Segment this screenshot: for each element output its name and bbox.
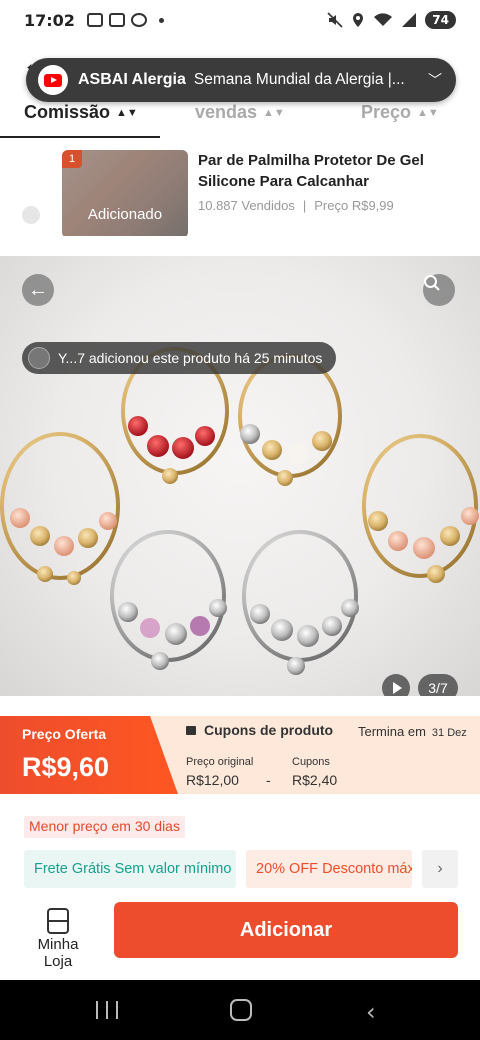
play-video-icon[interactable]	[382, 674, 410, 696]
search-icon[interactable]	[423, 274, 455, 306]
select-radio[interactable]	[22, 206, 40, 224]
chevron-down-icon[interactable]: ﹀	[428, 70, 442, 90]
avatar	[28, 347, 50, 369]
tab-sales[interactable]: vendas ▲▼	[195, 102, 285, 123]
sort-arrows-icon: ▲▼	[116, 107, 138, 120]
back-arrow-icon[interactable]: ←	[22, 274, 54, 306]
add-button[interactable]: Adicionar	[114, 902, 458, 958]
recent-apps-icon[interactable]	[96, 1001, 118, 1019]
ends-date: 31 Dez	[431, 727, 467, 739]
tab-label: vendas	[195, 102, 258, 122]
screen: 17:02 74 ← Comissão ▲▼ vendas ▲▼ Preço ▲▼	[0, 0, 480, 1040]
coupons-value: R$2,40	[292, 772, 338, 788]
free-shipping-tag[interactable]: Frete Grátis Sem valor mínimo	[24, 850, 236, 888]
coupons-label: Cupons	[292, 756, 330, 768]
screenshot-icon	[86, 13, 103, 27]
product-sheet: ← Y...7 adicionou este produto há 25 min…	[0, 236, 480, 980]
battery-level: 74	[425, 11, 456, 29]
recent-activity-pill: Y...7 adicionou este produto há 25 minut…	[22, 342, 337, 374]
system-nav-bar: ‹	[0, 980, 480, 1040]
product-image[interactable]: ← Y...7 adicionou este produto há 25 min…	[0, 256, 480, 696]
ends-info: Termina em 31 Dez	[358, 724, 467, 739]
status-system-icons: 74	[327, 11, 456, 29]
status-bar: 17:02 74	[0, 0, 480, 40]
bracelets-illustration	[0, 347, 479, 675]
offer-price-block: Preço Oferta R$9,60	[0, 716, 178, 794]
signal-icon	[402, 13, 417, 27]
notification-app-name: ASBAI Alergia	[78, 71, 186, 88]
chevron-right-icon[interactable]: ›	[422, 850, 458, 888]
store-icon	[47, 908, 69, 934]
discount-tag[interactable]: 20% OFF Desconto máximo	[246, 850, 412, 888]
image-counter: 3/7	[418, 674, 458, 696]
action-bar: Minha Loja Adicionar	[0, 898, 480, 980]
promo-row: Frete Grátis Sem valor mínimo 20% OFF De…	[24, 850, 464, 888]
target-icon	[130, 13, 147, 27]
meta-divider: |	[302, 198, 307, 213]
product-thumbnail: 1 Adicionado	[62, 150, 188, 238]
active-tab-indicator	[0, 136, 160, 138]
item-meta: 10.887 Vendidos | Preço R$9,99	[198, 198, 394, 213]
lowest-price-badge: Menor preço em 30 dias	[24, 816, 185, 838]
rank-badge: 1	[62, 150, 82, 168]
coupon-title: Cupons de produto	[186, 722, 333, 738]
tab-price[interactable]: Preço ▲▼	[361, 102, 439, 123]
tab-label: Comissão	[24, 102, 111, 122]
youtube-status-icon	[108, 13, 125, 27]
item-sold: 10.887 Vendidos	[198, 198, 295, 213]
activity-text: Y...7 adicionou este produto há 25 minut…	[58, 350, 323, 366]
tab-label: Preço	[361, 102, 412, 122]
my-store-button[interactable]: Minha Loja	[22, 908, 94, 970]
sort-arrows-icon: ▲▼	[263, 107, 285, 120]
wifi-icon	[374, 13, 393, 26]
coupon-title-text: Cupons de produto	[204, 722, 334, 738]
sort-arrows-icon: ▲▼	[417, 107, 439, 120]
ends-label: Termina em	[358, 724, 426, 739]
back-icon[interactable]: ‹	[366, 998, 376, 1026]
original-price: R$12,00	[186, 772, 239, 788]
location-icon	[353, 13, 364, 27]
added-label: Adicionado	[87, 206, 163, 223]
list-item[interactable]: 1 Adicionado Par de Palmilha Protetor De…	[0, 146, 480, 238]
offer-label: Preço Oferta	[22, 726, 107, 742]
youtube-icon	[38, 65, 68, 95]
notification-pill[interactable]: ASBAI Alergia Semana Mundial da Alergia …	[26, 58, 456, 102]
item-price: Preço R$9,99	[314, 198, 394, 213]
minus-sign: -	[266, 772, 271, 788]
home-icon[interactable]	[230, 999, 252, 1021]
offer-price: R$9,60	[22, 752, 110, 782]
mute-icon	[327, 12, 343, 28]
more-dot-icon	[158, 17, 164, 23]
status-time: 17:02	[24, 10, 75, 30]
ticket-icon	[186, 726, 196, 735]
store-label: Minha Loja	[37, 936, 79, 970]
price-banner: Preço Oferta R$9,60 Cupons de produto Te…	[0, 716, 480, 794]
original-price-label: Preço original	[186, 756, 254, 768]
notification-text: Semana Mundial da Alergia |...	[193, 71, 405, 88]
status-notification-icons	[86, 13, 164, 27]
item-title: Par de Palmilha Protetor De Gel Silicone…	[198, 152, 424, 190]
tab-commission[interactable]: Comissão ▲▼	[24, 102, 138, 123]
sort-tabs: Comissão ▲▼ vendas ▲▼ Preço ▲▼	[0, 96, 480, 140]
